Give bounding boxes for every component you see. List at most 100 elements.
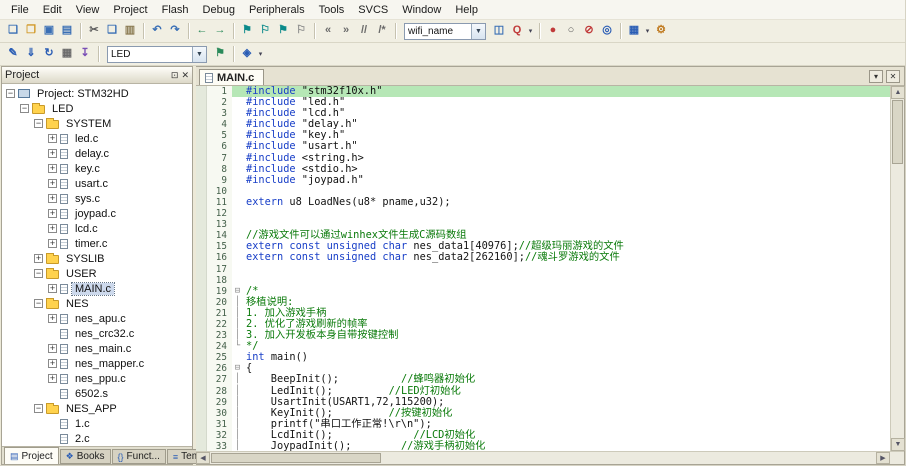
code-text[interactable]: int main() — [243, 352, 890, 363]
close-tab-icon[interactable]: ✕ — [886, 70, 900, 83]
translate-file-icon[interactable]: ✎ — [4, 45, 22, 63]
breakpoint-gutter[interactable] — [196, 185, 207, 197]
rebuild-all-icon[interactable]: ↻ — [40, 45, 58, 63]
uncomment-selection-icon[interactable]: /* — [373, 22, 391, 40]
breakpoint-gutter[interactable] — [196, 307, 207, 319]
tree-item-lcd-c[interactable]: + lcd.c — [2, 221, 192, 236]
window-layout-icon[interactable]: ▦ — [625, 22, 643, 40]
collapse-icon[interactable]: − — [6, 89, 15, 98]
cut-icon[interactable]: ✂ — [85, 22, 103, 40]
tree-item-sys-c[interactable]: + sys.c — [2, 191, 192, 206]
enable-disable-breakpoint-icon[interactable]: ○ — [562, 22, 580, 40]
breakpoint-gutter[interactable] — [196, 230, 207, 242]
select-target-dropdown-icon[interactable]: ▼ — [192, 46, 206, 62]
open-file-icon[interactable]: ❐ — [22, 22, 40, 40]
breakpoint-gutter[interactable] — [196, 318, 207, 331]
code-text[interactable] — [243, 208, 890, 219]
copy-icon[interactable]: ❑ — [103, 22, 121, 40]
find-text-input[interactable] — [405, 23, 471, 39]
breakpoint-gutter[interactable] — [196, 208, 207, 220]
breakpoint-gutter[interactable] — [196, 152, 207, 164]
code-text[interactable]: 移植说明: — [243, 296, 890, 308]
expand-icon[interactable]: + — [48, 374, 57, 383]
tree-item-syslib[interactable]: + SYSLIB — [2, 251, 192, 266]
comment-selection-icon[interactable]: // — [355, 22, 373, 40]
expand-icon[interactable]: + — [48, 284, 57, 293]
breakpoint-gutter[interactable] — [196, 441, 207, 451]
build-target-icon[interactable]: ⇓ — [22, 45, 40, 63]
horizontal-scroll-track[interactable] — [382, 452, 876, 464]
horizontal-scroll-thumb[interactable] — [211, 453, 381, 463]
kill-all-breakpoints-icon[interactable]: ◎ — [598, 22, 616, 40]
breakpoint-gutter[interactable] — [196, 396, 207, 408]
menu-edit[interactable]: Edit — [36, 2, 69, 18]
previous-bookmark-icon[interactable]: ⚐ — [256, 22, 274, 40]
find-text-dropdown-icon[interactable]: ▼ — [471, 23, 485, 39]
tree-item-1-c[interactable]: 1.c — [2, 416, 192, 431]
panel-tab-books[interactable]: ❖ Books — [59, 449, 111, 464]
code-text[interactable] — [243, 264, 890, 275]
breakpoint-gutter[interactable] — [196, 407, 207, 419]
menu-view[interactable]: View — [69, 2, 107, 18]
scroll-right-icon[interactable]: ▶ — [876, 452, 890, 464]
download-to-flash-icon[interactable]: ↧ — [76, 45, 94, 63]
breakpoint-gutter[interactable] — [196, 241, 207, 253]
code-text[interactable]: #include "joypad.h" — [243, 174, 890, 186]
breakpoint-gutter[interactable] — [196, 130, 207, 142]
select-target-input[interactable] — [108, 46, 192, 62]
tree-item-timer-c[interactable]: + timer.c — [2, 236, 192, 251]
collapse-icon[interactable]: − — [34, 404, 43, 413]
expand-icon[interactable]: + — [48, 194, 57, 203]
tree-item-nes-crc32-c[interactable]: nes_crc32.c — [2, 326, 192, 341]
breakpoint-gutter[interactable] — [196, 141, 207, 153]
save-icon[interactable]: ▣ — [40, 22, 58, 40]
expand-icon[interactable]: + — [48, 224, 57, 233]
tab-list-icon[interactable]: ▾ — [869, 70, 883, 83]
tree-item-project-stm32hd[interactable]: − Project: STM32HD — [2, 86, 192, 101]
breakpoint-gutter[interactable] — [196, 174, 207, 186]
expand-icon[interactable]: + — [48, 359, 57, 368]
breakpoint-gutter[interactable] — [196, 86, 207, 98]
breakpoint-gutter[interactable] — [196, 429, 207, 441]
expand-icon[interactable]: + — [48, 314, 57, 323]
tree-item-nes-mapper-c[interactable]: + nes_mapper.c — [2, 356, 192, 371]
scroll-down-icon[interactable]: ▼ — [891, 438, 905, 451]
fold-marker[interactable]: ⊟ — [232, 363, 243, 374]
new-file-icon[interactable]: ❏ — [4, 22, 22, 40]
breakpoint-gutter[interactable] — [196, 163, 207, 175]
breakpoint-gutter[interactable] — [196, 196, 207, 209]
menu-debug[interactable]: Debug — [196, 2, 242, 18]
menu-flash[interactable]: Flash — [155, 2, 196, 18]
tree-item-main-c[interactable]: + MAIN.c — [2, 281, 192, 296]
collapse-icon[interactable]: − — [34, 299, 43, 308]
tree-item-nes-main-c[interactable]: + nes_main.c — [2, 341, 192, 356]
tab-main-c[interactable]: MAIN.c — [199, 69, 265, 85]
next-bookmark-icon[interactable]: ⚑ — [274, 22, 292, 40]
tree-item-led-c[interactable]: + led.c — [2, 131, 192, 146]
paste-icon[interactable]: ▥ — [121, 22, 139, 40]
vertical-scrollbar[interactable]: ▲ ▼ — [890, 86, 905, 451]
vertical-scroll-track[interactable] — [891, 165, 904, 438]
breakpoint-gutter[interactable] — [196, 363, 207, 375]
breakpoint-gutter[interactable] — [196, 341, 207, 353]
expand-icon[interactable]: + — [48, 209, 57, 218]
breakpoint-gutter[interactable] — [196, 285, 207, 297]
tree-item-system[interactable]: − SYSTEM — [2, 116, 192, 131]
disable-all-breakpoints-icon[interactable]: ⊘ — [580, 22, 598, 40]
code-text[interactable]: 3. 加入开发板本身自带按键控制 — [243, 330, 890, 341]
tree-item-nes-app[interactable]: − NES_APP — [2, 401, 192, 416]
code-text[interactable]: extern u8 LoadNes(u8* pname,u32); — [243, 196, 890, 208]
find-in-files-icon[interactable]: ◫ — [490, 22, 508, 40]
menu-tools[interactable]: Tools — [312, 2, 352, 18]
clear-all-bookmarks-icon[interactable]: ⚐ — [292, 22, 310, 40]
menu-help[interactable]: Help — [448, 2, 485, 18]
options-for-target-icon[interactable]: ⚑ — [211, 45, 229, 63]
collapse-icon[interactable]: − — [34, 119, 43, 128]
code-text[interactable]: extern const unsigned char nes_data2[262… — [243, 252, 890, 263]
manage-run-time-environment-dropdown-icon[interactable]: ▾ — [256, 50, 265, 58]
panel-tab-project[interactable]: ▤ Project — [4, 447, 59, 464]
tree-item-joypad-c[interactable]: + joypad.c — [2, 206, 192, 221]
menu-project[interactable]: Project — [106, 2, 154, 18]
horizontal-scrollbar[interactable]: ◀ ▶ — [196, 451, 904, 464]
collapse-icon[interactable]: − — [34, 269, 43, 278]
